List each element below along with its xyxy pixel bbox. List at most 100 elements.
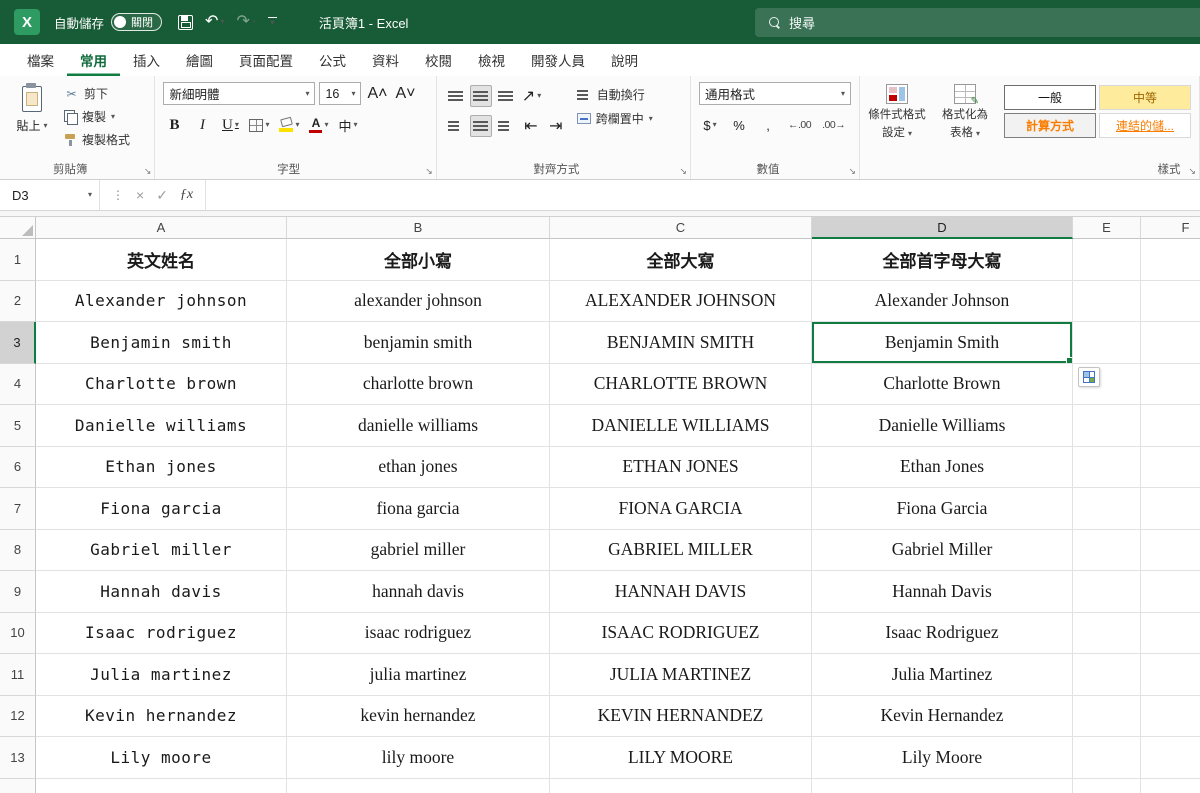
cell-B14[interactable] [287, 778, 550, 793]
grow-font-button[interactable]: A˄ [365, 83, 389, 105]
cell-D5[interactable]: Danielle Williams [812, 405, 1073, 447]
align-left-button[interactable] [445, 115, 467, 137]
cell-E11[interactable] [1073, 654, 1141, 696]
font-color-button[interactable]: A ▾ [307, 114, 330, 136]
row-header-2[interactable]: 2 [0, 280, 36, 322]
number-format-combo[interactable]: 通用格式 ▾ [699, 82, 851, 105]
cell-B11[interactable]: julia martinez [287, 654, 550, 696]
cell-E12[interactable] [1073, 695, 1141, 737]
italic-button[interactable]: I [191, 114, 213, 136]
cell-F13[interactable] [1141, 737, 1200, 779]
autosave-toggle[interactable]: 關閉 [111, 13, 163, 31]
name-box[interactable]: D3 ▾ [0, 180, 100, 210]
save-icon[interactable] [178, 14, 194, 30]
cell-F6[interactable] [1141, 447, 1200, 488]
cell-B7[interactable]: fiona garcia [287, 488, 550, 530]
font-size-combo[interactable]: 16 ▾ [319, 82, 362, 105]
cell-F14[interactable] [1141, 779, 1200, 793]
cell-C9[interactable]: HANNAH DAVIS [550, 571, 812, 613]
align-center-button[interactable] [469, 115, 492, 137]
cell-D1[interactable]: 全部首字母大寫 [812, 239, 1073, 281]
cell-B6[interactable]: ethan jones [287, 446, 550, 488]
cell-A8[interactable]: Gabriel miller [36, 529, 287, 571]
align-right-button[interactable] [495, 115, 517, 137]
cell-A1[interactable]: 英文姓名 [36, 239, 287, 281]
cell-A2[interactable]: Alexander johnson [36, 280, 287, 322]
cell-C11[interactable]: JULIA MARTINEZ [550, 654, 812, 696]
customize-toolbar-button[interactable]: ▾ [267, 16, 277, 28]
cell-E1[interactable] [1073, 239, 1141, 281]
cell-C6[interactable]: ETHAN JONES [550, 446, 812, 488]
increase-indent-button[interactable]: ⇥ [545, 115, 567, 137]
tab-校閱[interactable]: 校閱 [412, 44, 465, 76]
cell-E7[interactable] [1073, 488, 1141, 530]
increase-decimal-button[interactable]: ←.00 [786, 114, 813, 136]
align-bottom-button[interactable] [495, 85, 517, 107]
cell-A3[interactable]: Benjamin smith [36, 322, 287, 364]
cell-C1[interactable]: 全部大寫 [550, 239, 812, 281]
column-header-F[interactable]: F [1141, 217, 1200, 239]
cell-C10[interactable]: ISAAC RODRIGUEZ [550, 612, 812, 654]
cell-F8[interactable] [1141, 530, 1200, 571]
align-middle-button[interactable] [469, 85, 492, 107]
percent-button[interactable]: % [728, 114, 750, 136]
cell-B9[interactable]: hannah davis [287, 571, 550, 613]
cell-F3[interactable] [1141, 322, 1200, 364]
cell-A10[interactable]: Isaac rodriguez [36, 612, 287, 654]
row-header-3[interactable]: 3 [0, 322, 36, 364]
cell-D8[interactable]: Gabriel Miller [812, 529, 1073, 571]
dialog-launcher-icon[interactable]: ↘ [1188, 166, 1196, 177]
cell-A6[interactable]: Ethan jones [36, 446, 287, 488]
cell-B2[interactable]: alexander johnson [287, 280, 550, 322]
cell-F5[interactable] [1141, 405, 1200, 447]
column-header-E[interactable]: E [1073, 217, 1141, 239]
cell-B5[interactable]: danielle williams [287, 405, 550, 447]
dialog-launcher-icon[interactable]: ↘ [679, 166, 687, 177]
cell-style-normal[interactable]: 一般 [1004, 85, 1096, 110]
tab-檔案[interactable]: 檔案 [14, 44, 67, 76]
cell-C13[interactable]: LILY MOORE [550, 737, 812, 779]
row-header-9[interactable]: 9 [0, 571, 36, 613]
cell-D2[interactable]: Alexander Johnson [812, 280, 1073, 322]
cell-D11[interactable]: Julia Martinez [812, 654, 1073, 696]
cell-D9[interactable]: Hannah Davis [812, 571, 1073, 613]
cell-C2[interactable]: ALEXANDER JOHNSON [550, 280, 812, 322]
enter-icon[interactable]: ✓ [156, 187, 168, 204]
column-header-A[interactable]: A [36, 217, 287, 239]
column-header-D[interactable]: D [812, 217, 1073, 239]
cell-E5[interactable] [1073, 405, 1141, 447]
tab-繪圖[interactable]: 繪圖 [173, 44, 226, 76]
cell-C4[interactable]: CHARLOTTE BROWN [550, 363, 812, 405]
cell-style-linked[interactable]: 連結的儲... [1099, 113, 1191, 138]
row-header-14[interactable]: 14 [0, 778, 36, 793]
cell-F7[interactable] [1141, 488, 1200, 530]
copy-button[interactable]: 複製 ▾ [64, 108, 130, 125]
tab-檢視[interactable]: 檢視 [465, 44, 518, 76]
row-header-10[interactable]: 10 [0, 612, 36, 654]
format-painter-button[interactable]: 複製格式 [64, 131, 130, 148]
cell-E13[interactable] [1073, 737, 1141, 779]
cell-A5[interactable]: Danielle williams [36, 405, 287, 447]
cell-A13[interactable]: Lily moore [36, 737, 287, 779]
cell-A9[interactable]: Hannah davis [36, 571, 287, 613]
align-top-button[interactable] [445, 85, 467, 107]
excel-app-icon[interactable]: X [14, 9, 40, 35]
font-name-combo[interactable]: 新細明體 ▾ [163, 82, 316, 105]
tab-常用[interactable]: 常用 [67, 44, 120, 76]
cell-A11[interactable]: Julia martinez [36, 654, 287, 696]
tab-資料[interactable]: 資料 [359, 44, 412, 76]
undo-button[interactable]: ↶ ▾ [205, 14, 224, 30]
cell-C3[interactable]: BENJAMIN SMITH [550, 322, 812, 364]
underline-button[interactable]: U ▾ [219, 114, 241, 136]
cell-C14[interactable] [550, 778, 812, 793]
conditional-formatting-button[interactable]: 條件式格式 設定 ▾ [868, 82, 926, 141]
cell-C7[interactable]: FIONA GARCIA [550, 488, 812, 530]
cell-B12[interactable]: kevin hernandez [287, 695, 550, 737]
cell-F4[interactable] [1141, 364, 1200, 405]
row-header-13[interactable]: 13 [0, 737, 36, 779]
cell-E3[interactable] [1073, 322, 1141, 364]
cell-A4[interactable]: Charlotte brown [36, 363, 287, 405]
cut-button[interactable]: ✂ 剪下 [64, 85, 130, 102]
cell-B3[interactable]: benjamin smith [287, 322, 550, 364]
cell-D10[interactable]: Isaac Rodriguez [812, 612, 1073, 654]
